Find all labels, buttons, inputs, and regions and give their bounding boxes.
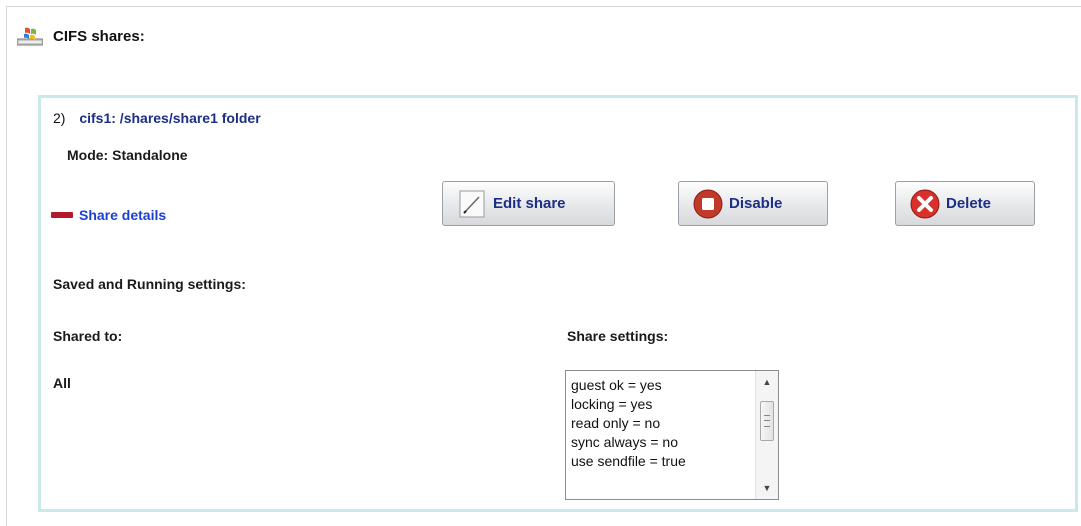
stop-icon [693,189,723,219]
share-settings-listbox[interactable]: guest ok = yes locking = yes read only =… [565,370,779,500]
settings-item[interactable]: use sendfile = true [571,452,686,471]
share-details-toggle[interactable]: Share details [51,207,166,223]
scroll-grip-icon [764,415,770,427]
share-path: cifs1: /shares/share1 folder [79,110,261,126]
shared-to-value: All [53,375,71,391]
settings-item[interactable]: locking = yes [571,395,686,414]
delete-button[interactable]: Delete [895,181,1035,226]
settings-scrollbar[interactable]: ▲ ▼ [755,371,778,499]
disable-button[interactable]: Disable [678,181,828,226]
shared-to-label: Shared to: [53,328,123,344]
scroll-thumb[interactable] [760,401,774,441]
settings-items: guest ok = yes locking = yes read only =… [571,376,686,471]
scroll-up-arrow-icon[interactable]: ▲ [756,373,778,391]
delete-x-icon [910,189,940,219]
edit-share-label: Edit share [493,195,566,212]
saved-running-heading: Saved and Running settings: [53,276,246,292]
share-title: 2) cifs1: /shares/share1 folder [53,110,261,126]
settings-item[interactable]: sync always = no [571,433,686,452]
section-header: CIFS shares: [16,24,145,48]
share-mode: Mode: Standalone [67,147,188,163]
scroll-down-arrow-icon[interactable]: ▼ [756,479,778,497]
share-details-label: Share details [79,207,167,223]
collapse-minus-icon [51,212,73,218]
share-settings-label: Share settings: [567,328,669,344]
page-title: CIFS shares: [53,27,145,45]
edit-share-button[interactable]: Edit share [442,181,615,226]
settings-item[interactable]: guest ok = yes [571,376,686,395]
share-card: 2) cifs1: /shares/share1 folder Mode: St… [38,95,1078,512]
settings-item[interactable]: read only = no [571,414,686,433]
edit-pencil-icon [457,189,487,219]
disable-label: Disable [729,195,783,212]
delete-label: Delete [946,195,992,212]
share-number: 2) [53,110,66,126]
windows-drive-icon [16,26,44,46]
